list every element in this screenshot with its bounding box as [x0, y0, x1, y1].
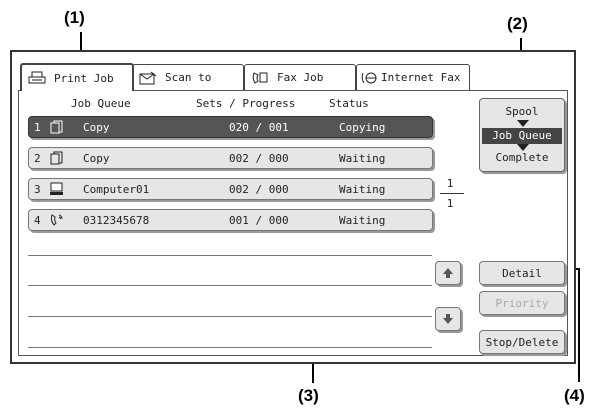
job-status: Waiting — [339, 183, 386, 196]
page-current: 1 — [446, 177, 454, 190]
scroll-down-button[interactable] — [435, 307, 461, 331]
tab-label: Internet Fax — [381, 71, 461, 84]
callout-2: (2) — [507, 14, 528, 33]
triangle-down-icon — [517, 144, 529, 151]
tab-scan-to[interactable]: Scan to — [132, 64, 244, 90]
job-status: Copying — [339, 121, 386, 134]
header-sets-progress: Sets / Progress — [196, 97, 296, 110]
stop-delete-button[interactable]: Stop/Delete — [479, 330, 565, 354]
job-status: Waiting — [339, 214, 386, 227]
job-progress: 001 / 000 — [229, 214, 289, 227]
fax-icon — [252, 71, 268, 84]
row-number: 1 — [34, 121, 41, 134]
job-name: 0312345678 — [83, 214, 150, 227]
tab-label: Fax Job — [277, 71, 324, 84]
mode-job-queue[interactable]: Job Queue — [482, 128, 562, 144]
row-number: 4 — [34, 214, 41, 227]
job-row-1[interactable]: 1 Copy 020 / 001 Copying — [28, 116, 433, 138]
job-status: Waiting — [339, 152, 386, 165]
empty-row-divider — [28, 285, 432, 286]
job-name: Computer01 — [83, 183, 150, 196]
tab-content: Job Queue Sets / Progress Status 1 Copy … — [18, 90, 568, 356]
row-number: 3 — [34, 183, 41, 196]
job-status-panel: Print Job Scan to Fax Job Internet Fax J… — [10, 50, 576, 364]
job-name: Copy — [83, 152, 110, 165]
scanner-icon — [139, 71, 157, 84]
computer-icon — [50, 182, 63, 195]
scroll-up-button[interactable] — [435, 261, 461, 285]
empty-row-divider — [28, 316, 432, 317]
internet-fax-icon — [361, 72, 377, 83]
arrow-up-icon — [443, 268, 453, 278]
copy-icon — [50, 151, 63, 165]
empty-row-divider — [28, 347, 432, 348]
leader-line-4b — [578, 268, 580, 382]
callout-4: (4) — [564, 386, 585, 405]
row-number: 2 — [34, 152, 41, 165]
callout-3: (3) — [298, 386, 319, 405]
copy-icon — [50, 120, 63, 134]
mode-spool[interactable]: Spool — [480, 105, 564, 118]
callout-1: (1) — [64, 8, 85, 27]
job-mode-selector[interactable]: Spool Job Queue Complete — [479, 98, 565, 172]
page-fraction-line — [440, 193, 464, 194]
header-status: Status — [329, 97, 369, 110]
header-job-queue: Job Queue — [71, 97, 131, 110]
tab-label: Scan to — [165, 71, 212, 84]
empty-row-divider — [28, 255, 432, 256]
printer-icon — [28, 71, 46, 84]
tab-internet-fax[interactable]: Internet Fax — [356, 64, 470, 90]
tab-label: Print Job — [54, 71, 114, 85]
job-row-3[interactable]: 3 Computer01 002 / 000 Waiting — [28, 178, 433, 200]
job-row-4[interactable]: 4 0312345678 001 / 000 Waiting — [28, 209, 433, 231]
fax-call-icon — [50, 214, 63, 226]
priority-button[interactable]: Priority — [479, 291, 565, 315]
job-row-2[interactable]: 2 Copy 002 / 000 Waiting — [28, 147, 433, 169]
page-total: 1 — [446, 197, 454, 210]
arrow-down-icon — [443, 314, 453, 324]
job-progress: 020 / 001 — [229, 121, 289, 134]
tab-fax-job[interactable]: Fax Job — [244, 64, 356, 90]
job-name: Copy — [83, 121, 110, 134]
job-progress: 002 / 000 — [229, 152, 289, 165]
detail-button[interactable]: Detail — [479, 261, 565, 285]
tab-print-job[interactable]: Print Job — [20, 63, 134, 91]
triangle-down-icon — [517, 120, 529, 127]
mode-complete[interactable]: Complete — [480, 151, 564, 164]
job-progress: 002 / 000 — [229, 183, 289, 196]
